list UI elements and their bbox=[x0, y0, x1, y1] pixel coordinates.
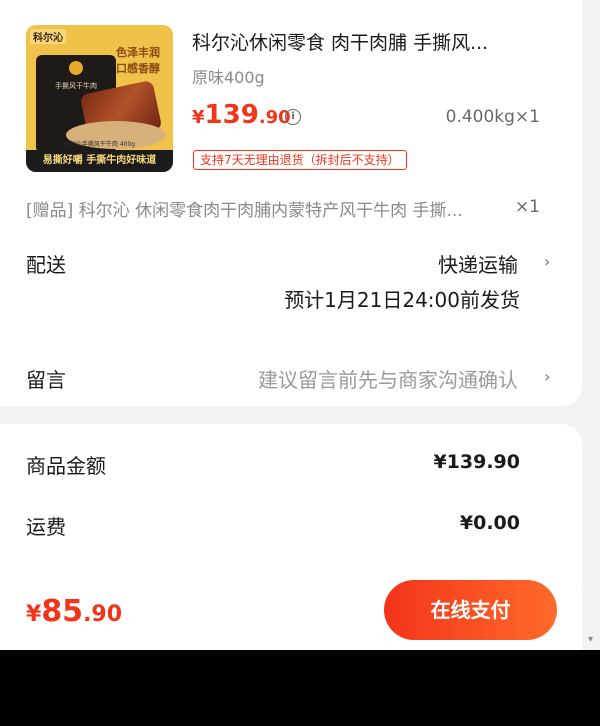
shipping-method[interactable]: 快递运输 bbox=[438, 249, 518, 278]
freight-label: 运费 bbox=[26, 515, 66, 539]
price-summary-card: 商品金额 ¥139.90 运费 ¥0.00 bbox=[0, 424, 582, 584]
product-spec: 原味400g bbox=[192, 68, 265, 87]
product-title[interactable]: 科尔沁休闲零食 肉干肉脯 手撕风... bbox=[192, 28, 552, 55]
gift-item-text[interactable]: [赠品] 科尔沁 休闲零食肉干肉脯内蒙特产风干牛肉 手撕... bbox=[26, 196, 522, 221]
product-weight-quantity: 0.400kg×1 bbox=[445, 107, 540, 127]
pay-online-button[interactable]: 在线支付 bbox=[384, 580, 557, 640]
thumbnail-slogan: 色泽丰润 口感香醇 bbox=[109, 45, 167, 77]
freight-value: ¥0.00 bbox=[459, 512, 520, 534]
shipping-label: 配送 bbox=[26, 253, 66, 277]
slogan-line-1: 色泽丰润 bbox=[116, 46, 160, 59]
total-currency: ¥ bbox=[26, 602, 42, 627]
thumbnail-fine-print: 科尔沁手撕风干牛肉 400g bbox=[63, 141, 136, 148]
order-item-card: 手撕风干牛肉 科尔沁 色泽丰润 口感香醇 科尔沁手撕风干牛肉 400g 易撕好嚼… bbox=[0, 0, 582, 406]
message-label: 留言 bbox=[26, 368, 66, 392]
shipping-eta: 预计1月21日24:00前发货 bbox=[284, 288, 520, 312]
product-price: ¥139.90 bbox=[192, 100, 291, 130]
total-decimal: .90 bbox=[83, 602, 123, 627]
thumbnail-bottom-banner: 易撕好嚼 手撕牛肉好味道 bbox=[26, 150, 173, 172]
chevron-right-icon[interactable]: › bbox=[544, 252, 550, 271]
bottom-black-area bbox=[0, 650, 600, 726]
total-integer: 85 bbox=[41, 594, 84, 629]
goods-amount-value: ¥139.90 bbox=[433, 451, 520, 473]
thumbnail-brand: 科尔沁 bbox=[30, 29, 66, 44]
bag-logo-badge bbox=[69, 61, 83, 75]
payment-total: ¥85.90 bbox=[26, 594, 122, 629]
product-thumbnail[interactable]: 手撕风干牛肉 科尔沁 色泽丰润 口感香醇 科尔沁手撕风干牛肉 400g 易撕好嚼… bbox=[26, 25, 173, 172]
price-currency: ¥ bbox=[192, 107, 205, 128]
return-policy-tag: 支持7天无理由退货（拆封后不支持） bbox=[193, 150, 407, 170]
gift-quantity: ×1 bbox=[514, 197, 540, 217]
goods-amount-label: 商品金额 bbox=[26, 454, 106, 478]
price-integer: 139 bbox=[204, 100, 259, 130]
chevron-right-icon[interactable]: › bbox=[544, 367, 550, 386]
info-icon[interactable]: i bbox=[285, 109, 301, 125]
scroll-indicator-icon: ▾ bbox=[588, 634, 594, 645]
bag-text: 手撕风干牛肉 bbox=[55, 82, 97, 90]
message-input[interactable]: 建议留言前先与商家沟通确认 bbox=[258, 364, 518, 393]
slogan-line-2: 口感香醇 bbox=[116, 62, 160, 75]
